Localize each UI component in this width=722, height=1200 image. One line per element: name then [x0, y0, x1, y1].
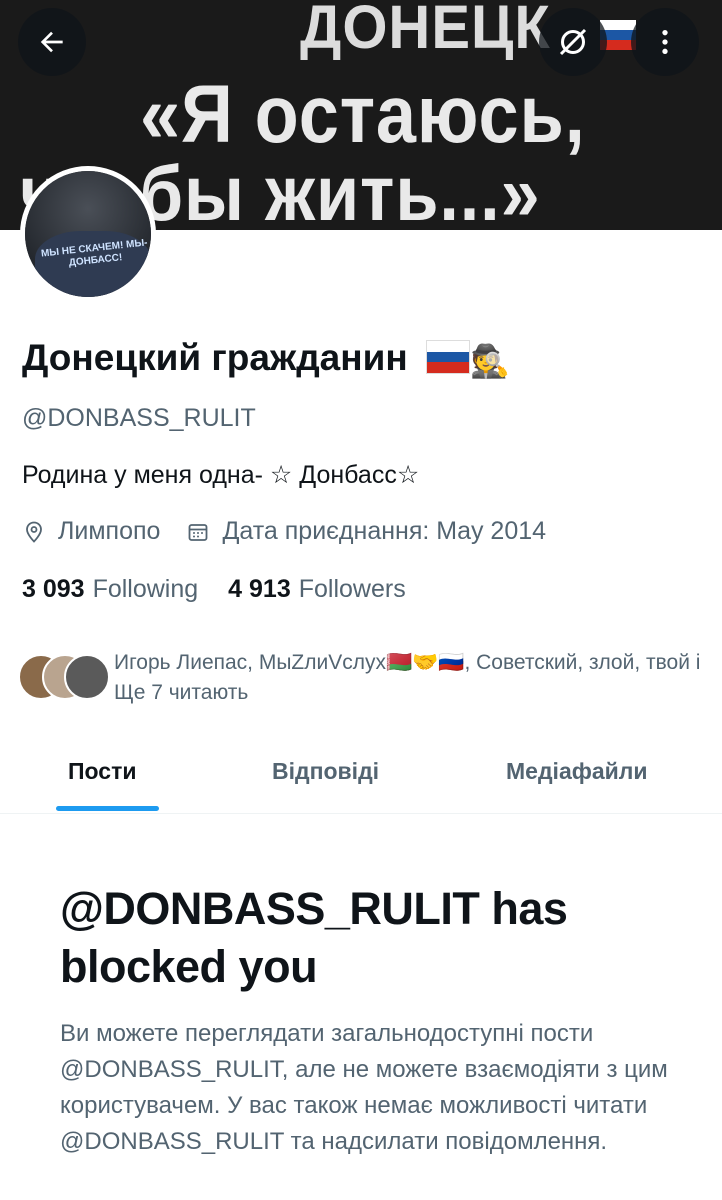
avatar[interactable]: МЫ НЕ СКАЧЕМ! МЫ-ДОНБАСС! — [20, 166, 156, 302]
followers-label: Followers — [298, 575, 406, 603]
profile-joined-date: Дата приєднання: May 2014 — [222, 517, 547, 545]
calendar-icon — [189, 523, 208, 541]
profile-tabs: Пости Відповіді Медіафайли — [0, 738, 722, 814]
location-icon — [26, 521, 42, 543]
following-count: 3 093 — [22, 575, 85, 603]
profile-meta: Лимпопо Дата приєднання: May 2014 — [22, 517, 546, 546]
blocked-description: Ви можете переглядати загальнодоступні п… — [60, 1020, 668, 1155]
detective-icon: 🕵 — [469, 343, 510, 379]
follow-stats: 3 093 Following 4 913 Followers — [22, 575, 406, 604]
tab-media[interactable]: Медіафайли — [506, 758, 648, 785]
followed-by-avatars — [18, 654, 110, 700]
followers-link[interactable]: 4 913 Followers — [228, 575, 406, 604]
display-name: Донецкий гражданин 🕵 — [22, 337, 510, 380]
tab-posts[interactable]: Пости — [68, 758, 136, 785]
following-label: Following — [92, 575, 199, 603]
translate-button[interactable] — [539, 8, 607, 76]
profile-location: Лимпопо — [58, 517, 161, 545]
following-link[interactable]: 3 093 Following — [22, 575, 198, 604]
more-vertical-icon — [662, 30, 668, 54]
translate-icon — [559, 28, 587, 56]
back-button[interactable] — [18, 8, 86, 76]
blocked-title: @DONBASS_RULIT has blocked you — [60, 883, 568, 992]
russia-flag-icon — [425, 340, 470, 374]
banner-text-line-1: ДОНЕЦК — [300, 0, 551, 62]
profile-handle: @DONBASS_RULIT — [22, 404, 256, 432]
followed-by-text: Игорь Лиепас, МыZлиVслух🇧🇾🤝🇷🇺, Советский… — [114, 651, 701, 704]
profile-bio: Родина у меня одна- ☆ Донбасс☆ — [22, 461, 420, 489]
more-button[interactable] — [631, 8, 699, 76]
followers-count: 4 913 — [228, 575, 291, 603]
tab-replies[interactable]: Відповіді — [272, 758, 379, 785]
arrow-left-icon — [40, 31, 63, 53]
active-tab-indicator — [56, 806, 159, 811]
display-name-text: Донецкий гражданин — [22, 337, 408, 378]
avatar — [64, 654, 110, 700]
